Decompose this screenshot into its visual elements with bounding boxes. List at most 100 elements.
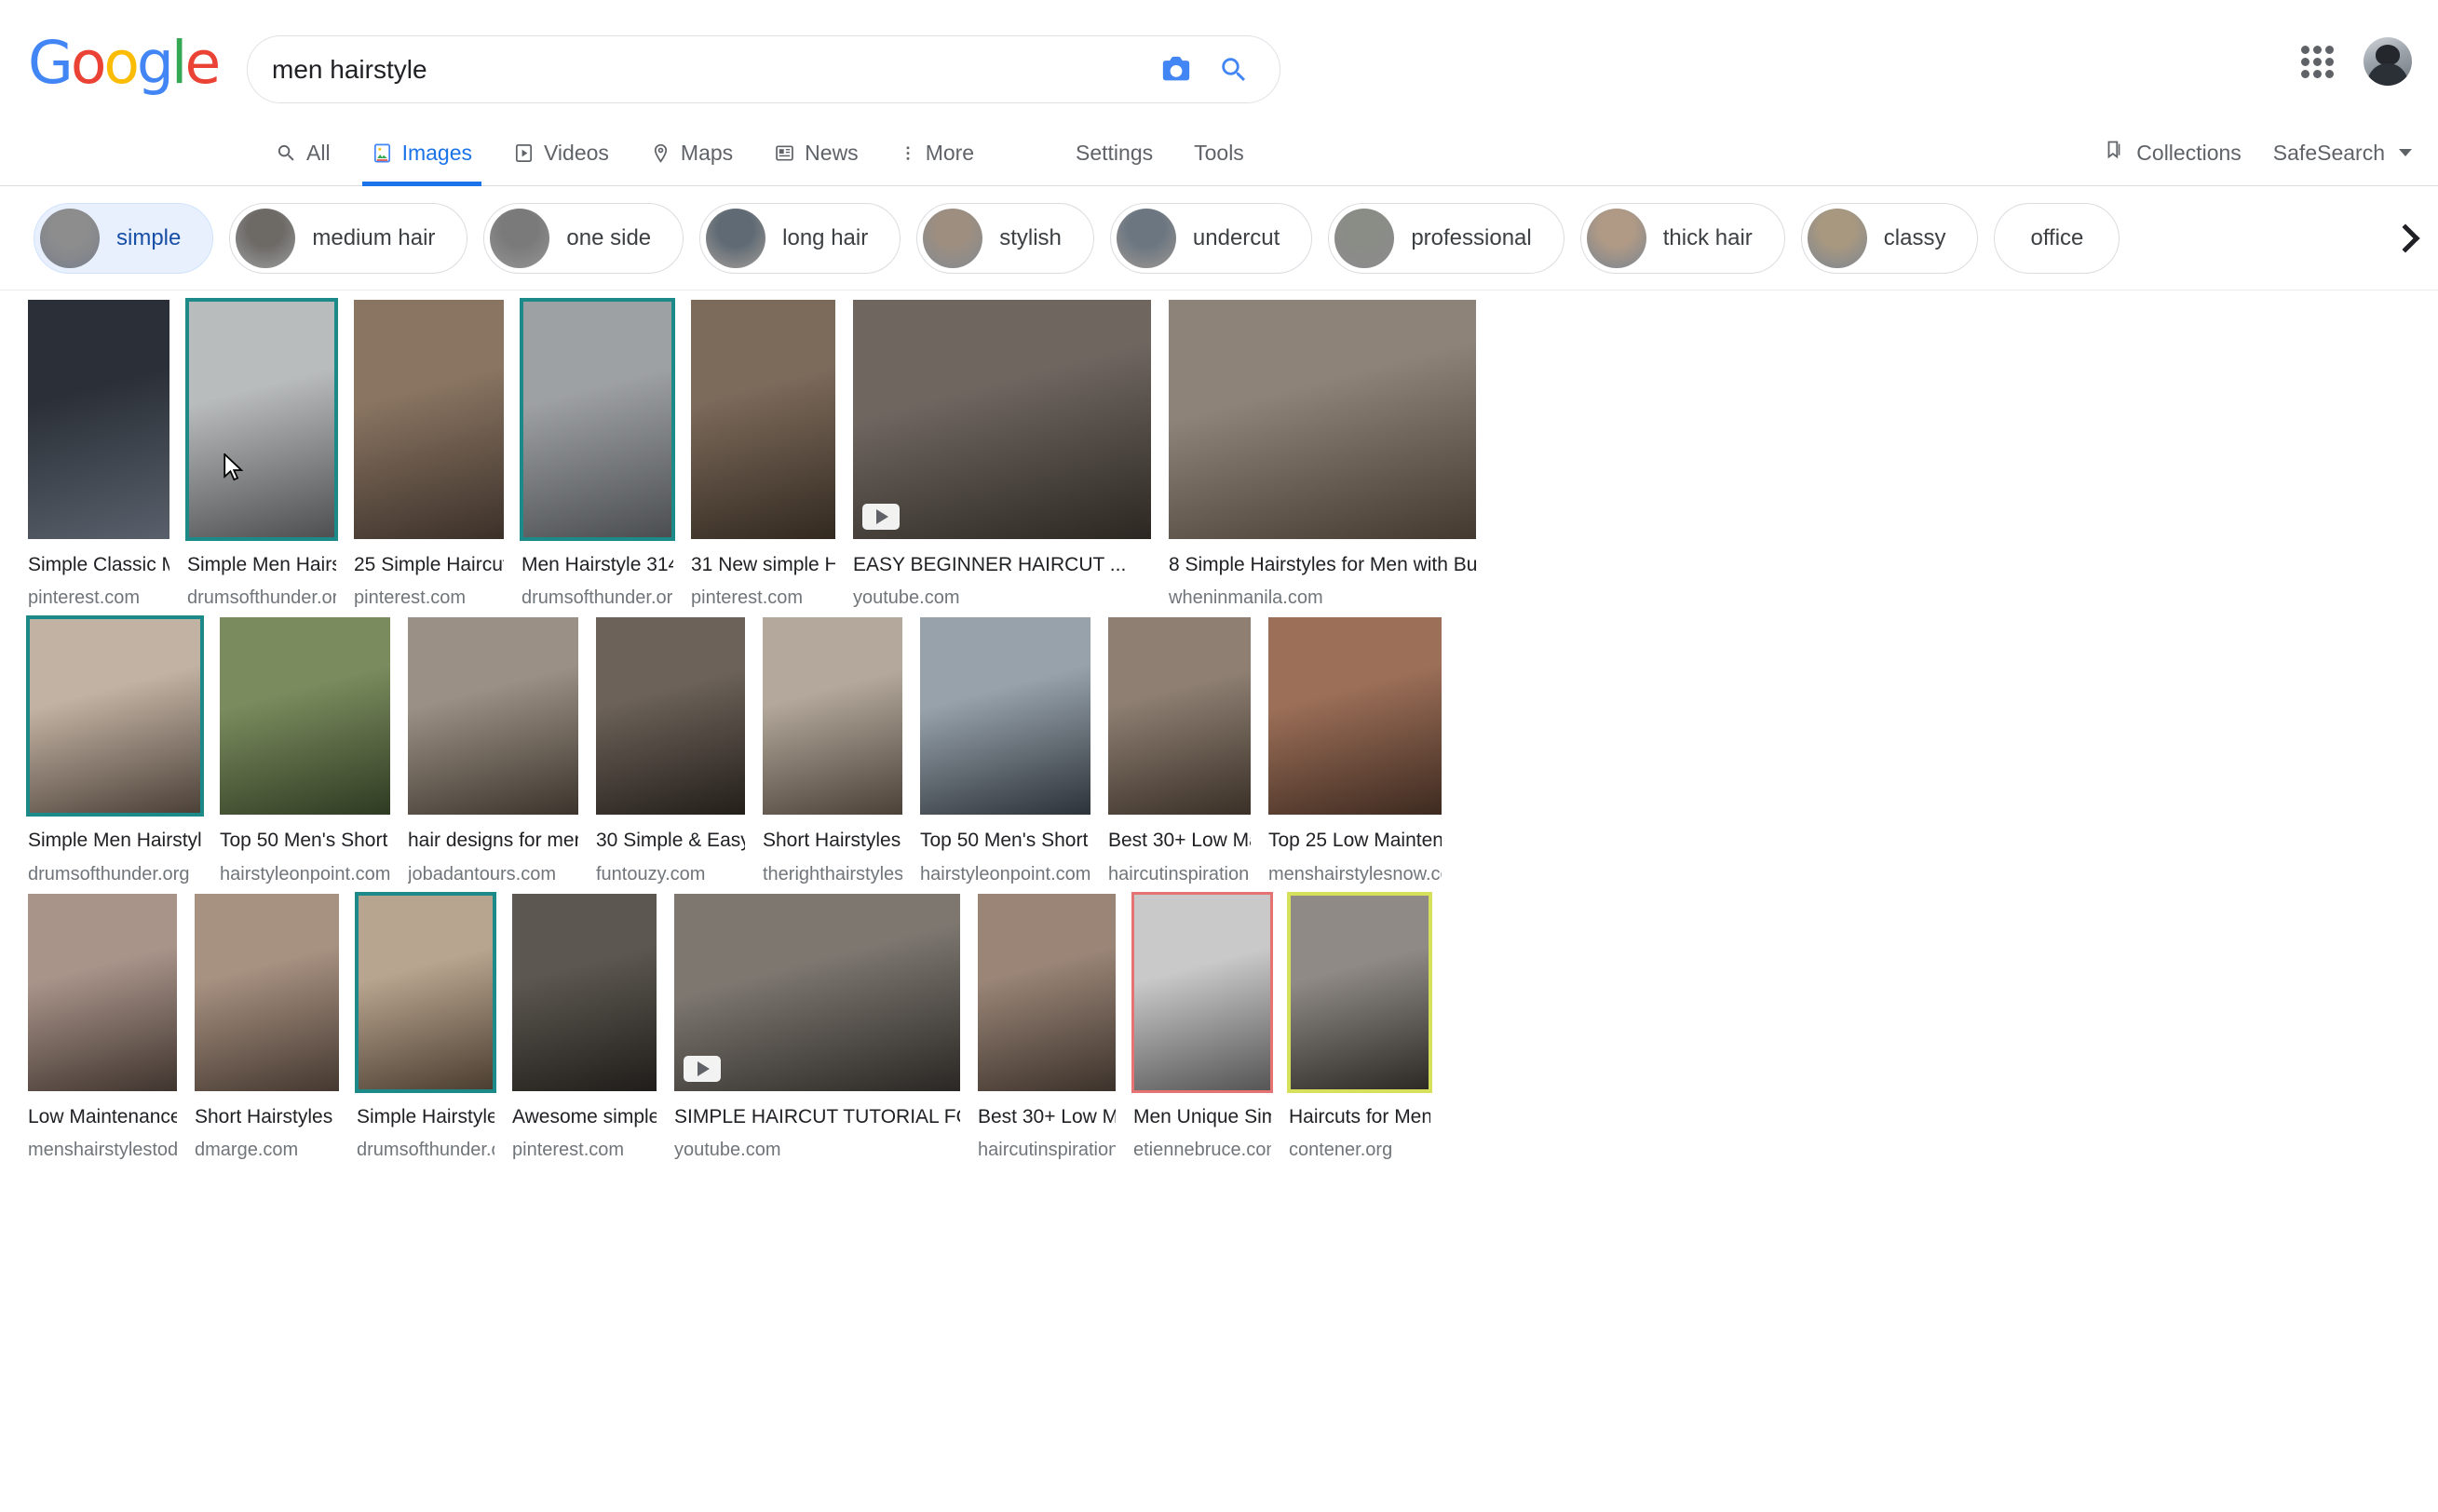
image-thumbnail[interactable]: [520, 298, 675, 541]
image-thumbnail[interactable]: [596, 617, 745, 816]
image-thumbnail[interactable]: [1169, 300, 1476, 539]
thumbnail-photo: [28, 617, 202, 816]
settings-button[interactable]: Settings: [1076, 141, 1153, 166]
image-result-card[interactable]: Simple Classic Men's H... pinterest.com: [28, 300, 169, 610]
tools-button[interactable]: Tools: [1194, 141, 1244, 166]
tab-videos[interactable]: Videos: [496, 119, 626, 186]
image-thumbnail[interactable]: [512, 893, 657, 1091]
image-result-card[interactable]: Awesome simple short... pinterest.com: [512, 893, 657, 1162]
logo-letter-e: e: [184, 29, 221, 97]
chip-office[interactable]: office: [1994, 203, 2120, 274]
chip-thumbnail: [1334, 209, 1395, 268]
collections-button[interactable]: Collections: [2103, 139, 2242, 167]
apps-grid-icon[interactable]: [2298, 43, 2336, 80]
image-thumbnail[interactable]: [1131, 891, 1273, 1093]
image-thumbnail[interactable]: [674, 893, 960, 1091]
chip-stylish[interactable]: stylish: [916, 203, 1094, 274]
image-thumbnail[interactable]: [355, 891, 496, 1093]
image-result-card[interactable]: 8 Simple Hairstyles for Men with Busy ..…: [1169, 300, 1476, 610]
image-thumbnail[interactable]: [1108, 617, 1251, 816]
image-thumbnail[interactable]: [1268, 617, 1442, 816]
result-source: haircutinspiration.com: [978, 1139, 1116, 1160]
chips-next-button[interactable]: [2352, 186, 2438, 290]
chip-thumbnail: [490, 209, 550, 268]
chip-one-side[interactable]: one side: [483, 203, 684, 274]
play-icon[interactable]: [862, 504, 900, 530]
image-thumbnail[interactable]: [978, 893, 1116, 1091]
chip-undercut[interactable]: undercut: [1109, 203, 1313, 274]
image-result-card[interactable]: Men Unique Simple Hai... etiennebruce.com: [1131, 891, 1273, 1162]
image-result-card[interactable]: Top 50 Men's Short Hairstyl... hairstyleo…: [920, 617, 1090, 885]
image-thumbnail[interactable]: [28, 893, 177, 1091]
chip-simple[interactable]: simple: [34, 203, 214, 274]
result-source: pinterest.com: [691, 587, 804, 609]
image-thumbnail[interactable]: [185, 298, 338, 541]
tab-more[interactable]: More: [883, 119, 991, 186]
image-thumbnail[interactable]: [691, 300, 835, 539]
search-input[interactable]: [248, 54, 1155, 85]
image-result-card[interactable]: Simple Men Hairstyle 31465... drumsofthun…: [26, 615, 204, 885]
image-thumbnail[interactable]: [763, 617, 902, 816]
chip-professional[interactable]: professional: [1328, 203, 1564, 274]
camera-icon[interactable]: [1155, 48, 1198, 91]
image-thumbnail[interactable]: [853, 300, 1151, 539]
tab-all[interactable]: All: [259, 119, 347, 186]
safesearch-dropdown[interactable]: SafeSearch: [2273, 141, 2412, 166]
chip-thumbnail: [706, 209, 766, 268]
result-title: SIMPLE HAIRCUT TUTORIAL FOR MEN || EASY …: [674, 1105, 960, 1127]
image-result-card[interactable]: Best 30+ Low Mainten... haircutinspiratio…: [1108, 617, 1251, 885]
tab-images[interactable]: Images: [355, 119, 489, 186]
result-source: youtube.com: [674, 1139, 781, 1160]
chip-classy[interactable]: classy: [1800, 203, 1979, 274]
search-icon[interactable]: [1212, 48, 1255, 91]
image-result-card[interactable]: 25 Simple Haircuts for ... pinterest.com: [354, 300, 504, 610]
thumbnail-photo: [763, 617, 902, 816]
chip-label: simple: [116, 225, 182, 250]
tab-news[interactable]: News: [757, 119, 875, 186]
image-result-card[interactable]: Top 50 Men's Short Hairstyl... hairstyleo…: [220, 617, 390, 885]
result-source: youtube.com: [853, 587, 960, 609]
image-result-card[interactable]: Simple Men Hairstyle 3... drumsofthunder.…: [185, 298, 338, 610]
chip-medium-hair[interactable]: medium hair: [229, 203, 468, 274]
image-thumbnail[interactable]: [354, 300, 504, 539]
image-result-card[interactable]: Top 25 Low Maintenance Hai... menshairsty…: [1268, 617, 1442, 885]
image-result-card[interactable]: Haircuts for Men Short... contener.org: [1287, 891, 1432, 1162]
image-result-card[interactable]: Low Maintenance Haircu... menshairstylest…: [28, 893, 177, 1162]
image-thumbnail[interactable]: [220, 617, 390, 816]
chip-thumbnail: [923, 209, 983, 268]
image-result-card[interactable]: 31 New simple Hairstyl... pinterest.com: [691, 300, 835, 610]
chips-scroller[interactable]: simple medium hair one side long hair stylis…: [0, 186, 2438, 290]
image-result-card[interactable]: EASY BEGINNER HAIRCUT ... youtube.com: [853, 300, 1151, 610]
image-result-card[interactable]: Men Hairstyle 314654 ... drumsofthunder.o…: [520, 298, 675, 610]
image-thumbnail[interactable]: [920, 617, 1090, 816]
chip-label: undercut: [1192, 225, 1280, 250]
collections-label: Collections: [2136, 140, 2242, 165]
image-result-card[interactable]: Simple Hairstyles for S... drumsofthunder…: [355, 891, 496, 1162]
image-result-card[interactable]: SIMPLE HAIRCUT TUTORIAL FOR MEN || EASY …: [674, 893, 960, 1162]
search-bar-actions: [1155, 48, 1280, 91]
image-thumbnail[interactable]: [195, 893, 339, 1091]
thumbnail-photo: [1108, 617, 1251, 816]
image-result-card[interactable]: Best 30+ Low Mainten... haircutinspiratio…: [978, 893, 1116, 1162]
image-result-card[interactable]: Short Hairstyles and H... therighthairsty…: [763, 617, 902, 885]
chip-thick-hair[interactable]: thick hair: [1579, 203, 1785, 274]
thumbnail-photo: [1133, 893, 1271, 1091]
image-result-card[interactable]: 30 Simple & Easy Hairst... funtouzy.com: [596, 617, 745, 885]
image-thumbnail[interactable]: [408, 617, 578, 816]
image-thumbnail[interactable]: [1287, 891, 1432, 1093]
search-nav-bar: All Images Videos Maps News More Setting…: [0, 119, 2438, 186]
image-thumbnail[interactable]: [26, 615, 204, 817]
search-bar[interactable]: [247, 35, 1280, 103]
result-title: Top 50 Men's Short Hairstyl...: [220, 830, 390, 852]
avatar[interactable]: [2364, 37, 2412, 86]
google-logo[interactable]: Google: [28, 34, 221, 92]
play-icon[interactable]: [684, 1055, 721, 1082]
image-result-card[interactable]: hair designs for men simple ... jobadanto…: [408, 617, 578, 885]
image-thumbnail[interactable]: [28, 300, 169, 539]
chip-long-hair[interactable]: long hair: [699, 203, 901, 274]
thumbnail-photo: [853, 300, 1151, 539]
thumbnail-photo: [28, 893, 177, 1091]
image-result-card[interactable]: Short Hairstyles For M... dmarge.com: [195, 893, 339, 1162]
tab-maps[interactable]: Maps: [633, 119, 750, 186]
chip-label: stylish: [999, 225, 1062, 250]
